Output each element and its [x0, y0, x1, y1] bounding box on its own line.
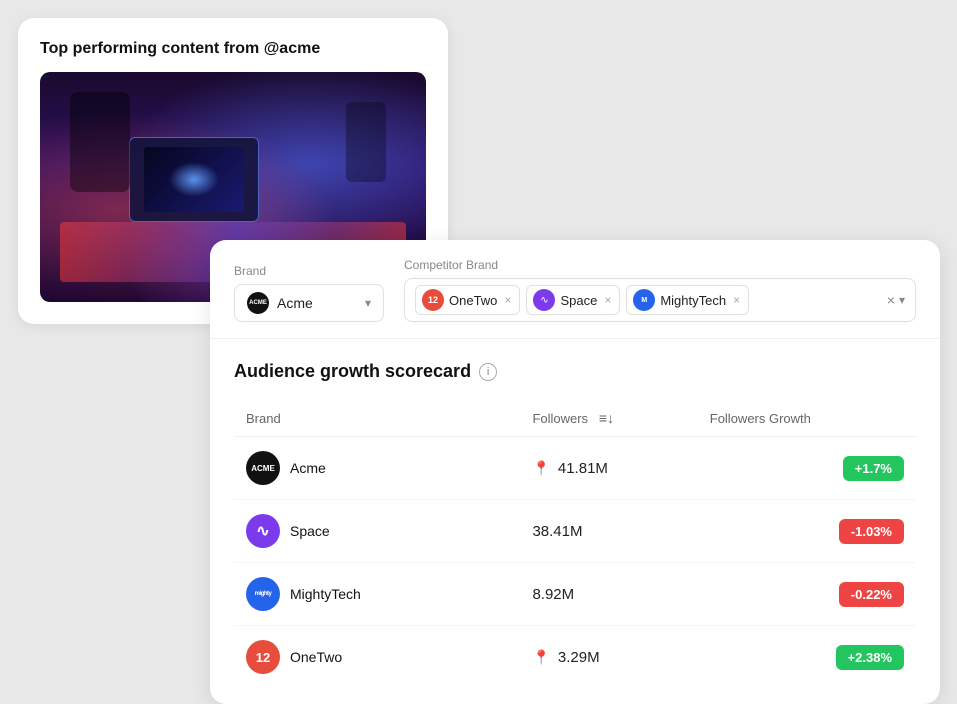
growth-badge-onetwo: +2.38% [836, 645, 904, 670]
competitor-group: Competitor Brand 12 OneTwo × ∿ Space × [404, 258, 916, 322]
brand-cell-acme: ACME Acme [234, 437, 520, 500]
add-competitor-button[interactable]: × ▾ [887, 292, 905, 308]
onetwo-avatar: 12 [422, 289, 444, 311]
chevron-down-icon: ▾ [365, 296, 371, 310]
onetwo-label: OneTwo [449, 293, 497, 308]
competitor-tag-onetwo[interactable]: 12 OneTwo × [415, 285, 520, 315]
acme-row-avatar: ACME [246, 451, 280, 485]
space-avatar: ∿ [533, 289, 555, 311]
growth-cell-mighty: -0.22% [698, 563, 916, 626]
followers-cell-space: 38.41M [520, 500, 697, 563]
scorecard-header: Audience growth scorecard i [234, 361, 916, 382]
followers-cell-onetwo: 📍 3.29M [520, 626, 697, 689]
mightytech-avatar: M [633, 289, 655, 311]
growth-cell-space: -1.03% [698, 500, 916, 563]
table-row: ACME Acme 📍 41.81M +1.7 [234, 437, 916, 500]
mightytech-label: MightyTech [660, 293, 726, 308]
mighty-row-avatar: mighty [246, 577, 280, 611]
growth-badge-acme: +1.7% [843, 456, 904, 481]
col-brand-header: Brand [234, 400, 520, 437]
growth-cell-acme: +1.7% [698, 437, 916, 500]
mighty-row-name: MightyTech [290, 586, 361, 602]
table-row: mighty MightyTech 8.92M -0.22% [234, 563, 916, 626]
brand-cell-mighty: mighty MightyTech [234, 563, 520, 626]
space-followers: 38.41M [532, 523, 582, 540]
brand-label: Brand [234, 264, 384, 278]
brand-cell-onetwo: 12 OneTwo [234, 626, 520, 689]
onetwo-followers: 3.29M [558, 649, 600, 666]
brand-selector: Brand ACME Acme ▾ Competitor Brand 12 On… [210, 240, 940, 339]
onetwo-row-name: OneTwo [290, 649, 342, 665]
followers-cell-mighty: 8.92M [520, 563, 697, 626]
acme-followers: 41.81M [558, 460, 608, 477]
acme-row-name: Acme [290, 460, 326, 476]
scorecard-table: Brand Followers ≡↓ Followers Growth [234, 400, 916, 688]
main-panel: Brand ACME Acme ▾ Competitor Brand 12 On… [210, 240, 940, 704]
brand-group: Brand ACME Acme ▾ [234, 264, 384, 322]
col-growth-header: Followers Growth [698, 400, 916, 437]
scene: Top performing content from @acme Brand [0, 0, 957, 689]
chevron-down-icon: ▾ [899, 293, 905, 307]
brand-selected: Acme [277, 295, 357, 311]
growth-badge-space: -1.03% [839, 519, 904, 544]
onetwo-row-avatar: 12 [246, 640, 280, 674]
brand-cell-space: ∿ Space [234, 500, 520, 563]
pin-icon: 📍 [532, 460, 549, 477]
space-label: Space [560, 293, 597, 308]
space-remove-icon[interactable]: × [604, 293, 611, 307]
scorecard-title: Audience growth scorecard [234, 361, 471, 382]
space-row-avatar: ∿ [246, 514, 280, 548]
mighty-followers: 8.92M [532, 586, 574, 603]
onetwo-remove-icon[interactable]: × [504, 293, 511, 307]
competitor-tag-mightytech[interactable]: M MightyTech × [626, 285, 749, 315]
sort-icon[interactable]: ≡↓ [599, 410, 614, 426]
followers-cell-acme: 📍 41.81M [520, 437, 697, 500]
competitor-tag-space[interactable]: ∿ Space × [526, 285, 620, 315]
close-icon: × [887, 292, 895, 308]
acme-avatar: ACME [247, 292, 269, 314]
info-icon[interactable]: i [479, 363, 497, 381]
top-card-title: Top performing content from @acme [40, 40, 426, 58]
competitor-tags-container: 12 OneTwo × ∿ Space × M MightyTech × [404, 278, 916, 322]
table-row: ∿ Space 38.41M -1.03% [234, 500, 916, 563]
pin-icon-onetwo: 📍 [532, 649, 549, 666]
mightytech-remove-icon[interactable]: × [733, 293, 740, 307]
competitor-label: Competitor Brand [404, 258, 916, 272]
growth-cell-onetwo: +2.38% [698, 626, 916, 689]
growth-badge-mighty: -0.22% [839, 582, 904, 607]
space-row-name: Space [290, 523, 330, 539]
col-followers-header[interactable]: Followers ≡↓ [520, 400, 697, 437]
scorecard: Audience growth scorecard i Brand Follow… [210, 339, 940, 704]
table-row: 12 OneTwo 📍 3.29M +2.38 [234, 626, 916, 689]
brand-dropdown[interactable]: ACME Acme ▾ [234, 284, 384, 322]
